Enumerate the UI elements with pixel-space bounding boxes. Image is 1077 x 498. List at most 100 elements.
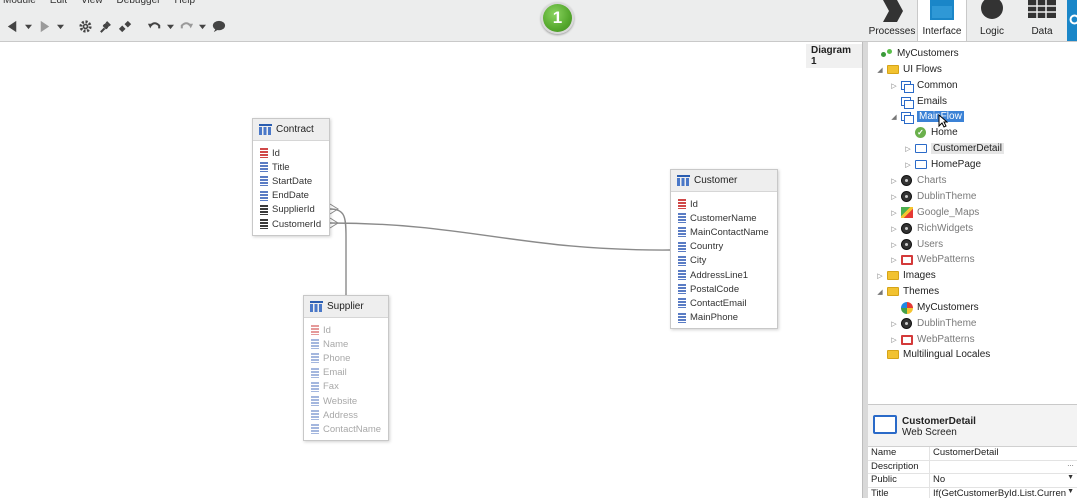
tree-item-home[interactable]: ✓ Home bbox=[904, 125, 958, 140]
collapsed-arrow-icon[interactable]: ▷ bbox=[904, 145, 912, 153]
dropdown-icon[interactable] bbox=[198, 17, 207, 35]
entity-supplier[interactable]: Supplier Id Name Phone Email Fax Website… bbox=[303, 295, 389, 441]
entity-attribute[interactable]: Fax bbox=[311, 380, 388, 394]
tree-item-customerdetail[interactable]: ▷ CustomerDetail bbox=[904, 141, 1004, 156]
menu-debugger[interactable]: Debugger bbox=[117, 0, 161, 9]
dropdown-icon[interactable] bbox=[56, 17, 65, 35]
collapsed-arrow-icon[interactable]: ▷ bbox=[890, 336, 898, 344]
plug-icon[interactable] bbox=[97, 17, 114, 35]
attribute-icon bbox=[311, 424, 319, 435]
entity-attribute[interactable]: Id bbox=[311, 323, 388, 337]
property-value-description[interactable]: … bbox=[930, 461, 1077, 474]
tree-item-theme-dublintheme[interactable]: ▷ DublinTheme bbox=[890, 316, 976, 331]
tree-item-themes[interactable]: ◢ Themes bbox=[876, 284, 939, 299]
module-reference-icon bbox=[901, 318, 912, 329]
menu-module[interactable]: Module bbox=[3, 0, 36, 9]
redo-icon[interactable] bbox=[178, 17, 195, 35]
entity-attribute[interactable]: Phone bbox=[311, 351, 388, 365]
property-row-public: Public No ▼ bbox=[868, 474, 1077, 488]
collapsed-arrow-icon[interactable]: ▷ bbox=[876, 272, 884, 280]
menu-help[interactable]: Help bbox=[174, 0, 195, 9]
collapsed-arrow-icon[interactable]: ▷ bbox=[890, 209, 898, 217]
collapsed-arrow-icon[interactable]: ▷ bbox=[890, 256, 898, 264]
expanded-arrow-icon[interactable]: ◢ bbox=[890, 113, 898, 121]
back-arrow-icon[interactable] bbox=[4, 17, 21, 35]
entity-header: Contract bbox=[253, 119, 329, 141]
debugger-step-badge[interactable]: 1 bbox=[541, 2, 574, 34]
property-value-name[interactable]: CustomerDetail bbox=[930, 447, 1077, 460]
menu-edit[interactable]: Edit bbox=[50, 0, 67, 9]
entity-attribute[interactable]: ContactEmail bbox=[678, 296, 777, 310]
plug-pair-icon[interactable] bbox=[117, 17, 134, 35]
tree-item-multilingual-locales[interactable]: Multilingual Locales bbox=[876, 347, 990, 362]
property-value-public[interactable]: No ▼ bbox=[930, 474, 1077, 487]
collapsed-arrow-icon[interactable]: ▷ bbox=[904, 161, 912, 169]
collapsed-arrow-icon[interactable]: ▷ bbox=[890, 193, 898, 201]
entity-contract[interactable]: Contract Id Title StartDate EndDate Supp… bbox=[252, 118, 330, 236]
tree-item-ui-flows[interactable]: ◢ UI Flows bbox=[876, 62, 942, 77]
collapsed-arrow-icon[interactable]: ▷ bbox=[890, 225, 898, 233]
tree-item-common[interactable]: ▷ Common bbox=[890, 78, 958, 93]
comment-icon[interactable] bbox=[210, 17, 227, 35]
entity-attribute[interactable]: StartDate bbox=[260, 174, 329, 188]
entity-attribute[interactable]: PostalCode bbox=[678, 282, 777, 296]
entity-attribute[interactable]: City bbox=[678, 254, 777, 268]
tab-logic[interactable]: Logic bbox=[967, 0, 1017, 41]
monitor-icon bbox=[900, 254, 913, 265]
ellipsis-icon[interactable]: … bbox=[1067, 461, 1074, 468]
tree-item-charts[interactable]: ▷ Charts bbox=[890, 173, 946, 188]
tree-item-images[interactable]: ▷ Images bbox=[876, 268, 936, 283]
tree-item-dublintheme[interactable]: ▷ DublinTheme bbox=[890, 189, 976, 204]
tree-item-users[interactable]: ▷ Users bbox=[890, 237, 943, 252]
diagram-canvas[interactable]: Diagram 1 Contract Id Title StartDate En… bbox=[0, 42, 862, 498]
entity-attribute[interactable]: MainContactName bbox=[678, 225, 777, 239]
search-button[interactable] bbox=[1067, 0, 1077, 41]
gear-icon[interactable] bbox=[77, 17, 94, 35]
forward-arrow-icon[interactable] bbox=[36, 17, 53, 35]
entity-attribute[interactable]: Id bbox=[678, 197, 777, 211]
collapsed-arrow-icon[interactable]: ▷ bbox=[890, 82, 898, 90]
tab-interface[interactable]: Interface bbox=[917, 0, 967, 41]
entity-attribute[interactable]: SupplierId bbox=[260, 203, 329, 217]
expanded-arrow-icon[interactable]: ◢ bbox=[876, 66, 884, 74]
tree-item-google-maps[interactable]: ▷ Google_Maps bbox=[890, 205, 979, 220]
tree-item-homepage[interactable]: ▷ HomePage bbox=[904, 157, 981, 172]
chevron-down-icon[interactable]: ▼ bbox=[1067, 474, 1074, 481]
entity-attribute[interactable]: Email bbox=[311, 366, 388, 380]
collapsed-arrow-icon[interactable]: ▷ bbox=[890, 241, 898, 249]
entity-customer[interactable]: Customer Id CustomerName MainContactName… bbox=[670, 169, 778, 329]
tree-item-emails[interactable]: Emails bbox=[890, 94, 947, 109]
chevron-down-icon[interactable]: ▼ bbox=[1067, 488, 1074, 495]
dropdown-icon[interactable] bbox=[24, 17, 33, 35]
property-value-title[interactable]: If(GetCustomerById.List.Curren ▼ bbox=[930, 488, 1077, 498]
entity-attribute[interactable]: CustomerName bbox=[678, 211, 777, 225]
collapsed-arrow-icon[interactable]: ▷ bbox=[890, 320, 898, 328]
tree-item-richwidgets[interactable]: ▷ RichWidgets bbox=[890, 221, 973, 236]
entity-attribute[interactable]: Address bbox=[311, 408, 388, 422]
dropdown-icon[interactable] bbox=[166, 17, 175, 35]
tree-item-mycustomers[interactable]: MyCustomers bbox=[870, 46, 959, 61]
tree-item-webpatterns[interactable]: ▷ WebPatterns bbox=[890, 252, 974, 267]
entity-attribute[interactable]: Website bbox=[311, 394, 388, 408]
flow-icon bbox=[900, 111, 914, 124]
entity-attribute[interactable]: Name bbox=[311, 337, 388, 351]
attribute-icon bbox=[678, 241, 686, 252]
tree-item-theme-mycustomers[interactable]: MyCustomers bbox=[890, 300, 979, 315]
menu-view[interactable]: View bbox=[81, 0, 103, 9]
tab-data[interactable]: Data bbox=[1017, 0, 1067, 41]
tree-item-theme-webpatterns[interactable]: ▷ WebPatterns bbox=[890, 332, 974, 347]
entity-attribute[interactable]: EndDate bbox=[260, 189, 329, 203]
entity-attribute[interactable]: Id bbox=[260, 146, 329, 160]
entity-attribute[interactable]: AddressLine1 bbox=[678, 268, 777, 282]
tab-processes[interactable]: Processes bbox=[867, 0, 917, 41]
entity-attribute[interactable]: Country bbox=[678, 240, 777, 254]
entity-attribute[interactable]: CustomerId bbox=[260, 217, 329, 231]
mode-tabs: Processes Interface Logic Data bbox=[867, 0, 1077, 41]
entity-attribute[interactable]: MainPhone bbox=[678, 311, 777, 325]
expanded-arrow-icon[interactable]: ◢ bbox=[876, 288, 884, 296]
entity-attribute[interactable]: Title bbox=[260, 160, 329, 174]
collapsed-arrow-icon[interactable]: ▷ bbox=[890, 177, 898, 185]
entity-attribute[interactable]: ContactName bbox=[311, 422, 388, 436]
undo-icon[interactable] bbox=[146, 17, 163, 35]
tree-item-mainflow[interactable]: ◢ MainFlow bbox=[890, 109, 964, 124]
